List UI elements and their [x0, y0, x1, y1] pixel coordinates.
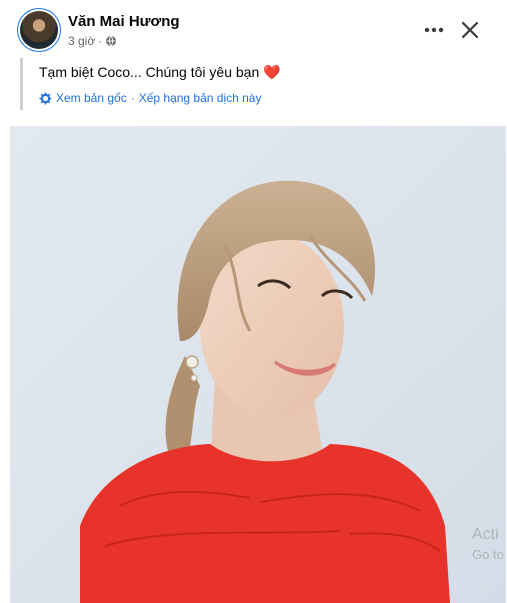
- translation-separator: ·: [130, 91, 135, 105]
- post-card: Văn Mai Hương 3 giờ · Tạm biệt Coco... C…: [0, 0, 507, 603]
- rate-translation-link[interactable]: Xếp hạng bản dịch này: [139, 91, 262, 105]
- meta-separator: ·: [98, 34, 103, 48]
- globe-icon[interactable]: [105, 35, 117, 47]
- translation-actions: Xem bản gốc · Xếp hạng bản dịch này: [39, 91, 261, 105]
- translated-post-block: Tạm biệt Coco... Chúng tôi yêu bạn ❤️ Xe…: [20, 58, 483, 110]
- author-avatar[interactable]: [20, 11, 58, 49]
- post-meta: 3 giờ ·: [68, 34, 117, 48]
- more-icon: [424, 27, 444, 33]
- see-original-link[interactable]: Xem bản gốc: [56, 91, 127, 105]
- author-name[interactable]: Văn Mai Hương: [68, 13, 180, 30]
- close-button[interactable]: [454, 14, 486, 46]
- translate-gear-icon: [39, 92, 52, 104]
- close-icon: [461, 21, 479, 39]
- post-header: Văn Mai Hương 3 giờ ·: [0, 0, 507, 60]
- post-text-content: Tạm biệt Coco... Chúng tôi yêu bạn: [39, 64, 260, 80]
- post-photo[interactable]: [10, 126, 506, 603]
- more-options-button[interactable]: [418, 14, 450, 46]
- post-text: Tạm biệt Coco... Chúng tôi yêu bạn ❤️: [39, 64, 281, 81]
- post-time[interactable]: 3 giờ: [68, 34, 95, 48]
- heart-emoji: ❤️: [263, 64, 281, 80]
- photo-illustration: [10, 126, 506, 603]
